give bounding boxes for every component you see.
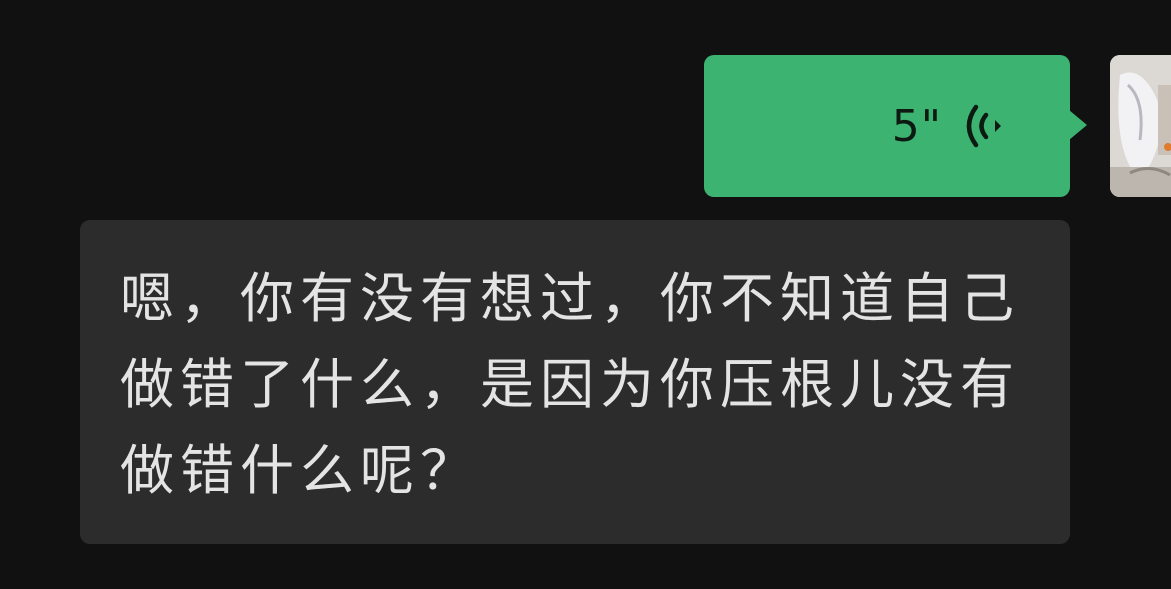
voice-wave-icon xyxy=(966,104,1001,148)
incoming-message-bubble[interactable]: 嗯，你有没有想过，你不知道自己做错了什么，是因为你压根儿没有做错什么呢？ xyxy=(80,220,1070,544)
avatar[interactable] xyxy=(1110,55,1171,197)
avatar-photo xyxy=(1110,55,1171,197)
message-text: 嗯，你有没有想过，你不知道自己做错了什么，是因为你压根儿没有做错什么呢？ xyxy=(120,267,1020,502)
voice-message-bubble[interactable]: 5" xyxy=(704,55,1087,197)
chat-conversation: 5" 嗯，你有没有想过，你不知道自己做错了什么，是因为你压根儿没有做错什么呢？ xyxy=(0,0,1171,589)
voice-duration: 5" xyxy=(891,100,942,152)
